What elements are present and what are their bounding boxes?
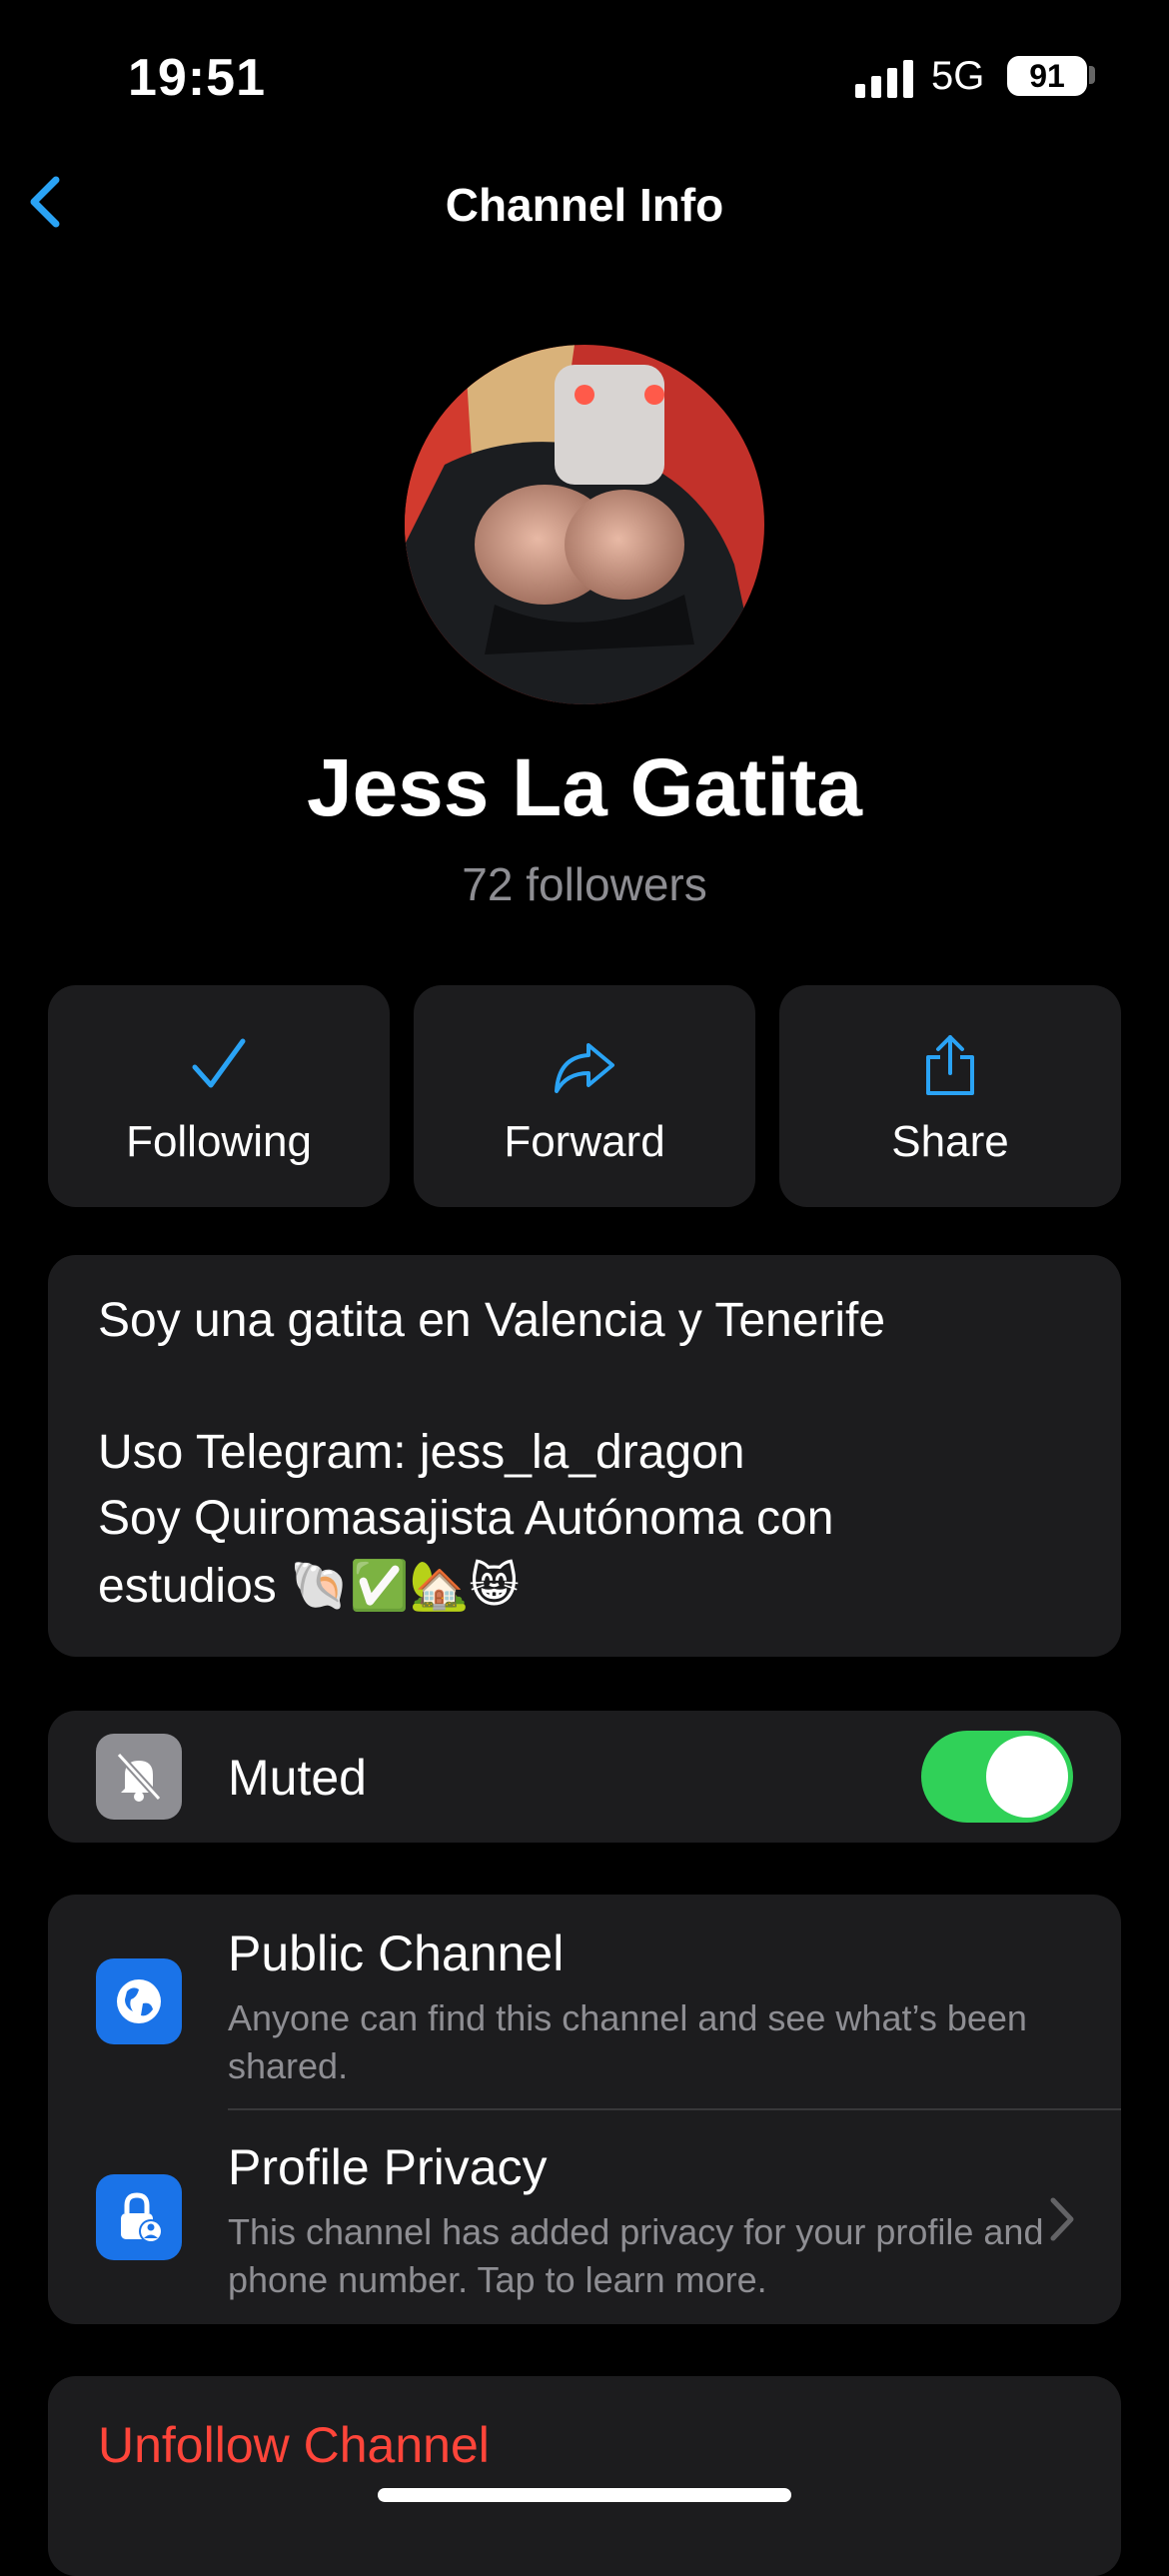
profile-privacy-subtitle: This channel has added privacy for your … — [228, 2211, 1044, 2300]
status-bar: 19:51 5G 91 — [0, 0, 1169, 150]
chevron-right-icon — [1050, 2197, 1074, 2241]
muted-toggle[interactable] — [921, 1731, 1073, 1823]
divider — [228, 2108, 1121, 2110]
battery-icon: 91 — [1007, 56, 1087, 96]
nav-bar: Channel Info — [0, 160, 1169, 250]
following-label: Following — [126, 1117, 312, 1166]
check-icon — [192, 1038, 246, 1088]
forward-arrow-icon — [555, 1043, 614, 1093]
unfollow-channel-button[interactable]: Unfollow Channel — [98, 2416, 490, 2474]
network-type: 5G — [931, 54, 985, 98]
share-icon — [926, 1035, 974, 1095]
privacy-section: Public Channel Anyone can find this chan… — [48, 1895, 1121, 2324]
public-channel-title: Public Channel — [228, 1926, 565, 1981]
battery-cap — [1089, 66, 1095, 84]
page-title: Channel Info — [445, 179, 724, 231]
followers-count: 72 followers — [462, 858, 707, 910]
home-indicator[interactable] — [378, 2488, 791, 2502]
lock-person-icon — [121, 2192, 163, 2243]
share-label: Share — [891, 1117, 1009, 1166]
description-line: estudios 🐚✅🏡😸 — [98, 1560, 520, 1613]
muted-bell-tile — [96, 1734, 182, 1820]
lock-tile — [96, 2174, 182, 2260]
channel-name: Jess La Gatita — [306, 742, 863, 833]
bell-slash-icon — [116, 1752, 162, 1802]
signal-icon — [855, 60, 913, 98]
forward-label: Forward — [504, 1117, 665, 1166]
public-channel-subtitle: Anyone can find this channel and see wha… — [228, 1997, 1027, 2086]
globe-tile — [96, 1958, 182, 2044]
muted-row[interactable]: Muted — [48, 1711, 1121, 1843]
toggle-knob — [986, 1736, 1068, 1818]
muted-label: Muted — [228, 1750, 367, 1806]
avatar-image — [405, 345, 764, 704]
channel-avatar[interactable] — [405, 345, 764, 704]
following-button[interactable]: Following — [48, 985, 390, 1207]
description-line: Uso Telegram: jess_la_dragon — [98, 1426, 745, 1479]
status-time: 19:51 — [128, 49, 266, 107]
forward-button[interactable]: Forward — [414, 985, 755, 1207]
description-line: Soy una gatita en Valencia y Tenerife — [98, 1294, 886, 1347]
profile-privacy-title: Profile Privacy — [228, 2139, 548, 2195]
unfollow-section: Unfollow Channel — [48, 2376, 1121, 2576]
globe-icon — [117, 1979, 161, 2023]
description-line: Soy Quiromasajista Autónoma con — [98, 1492, 834, 1545]
share-button[interactable]: Share — [779, 985, 1121, 1207]
channel-description: Soy una gatita en Valencia y Tenerife Us… — [48, 1255, 1121, 1657]
